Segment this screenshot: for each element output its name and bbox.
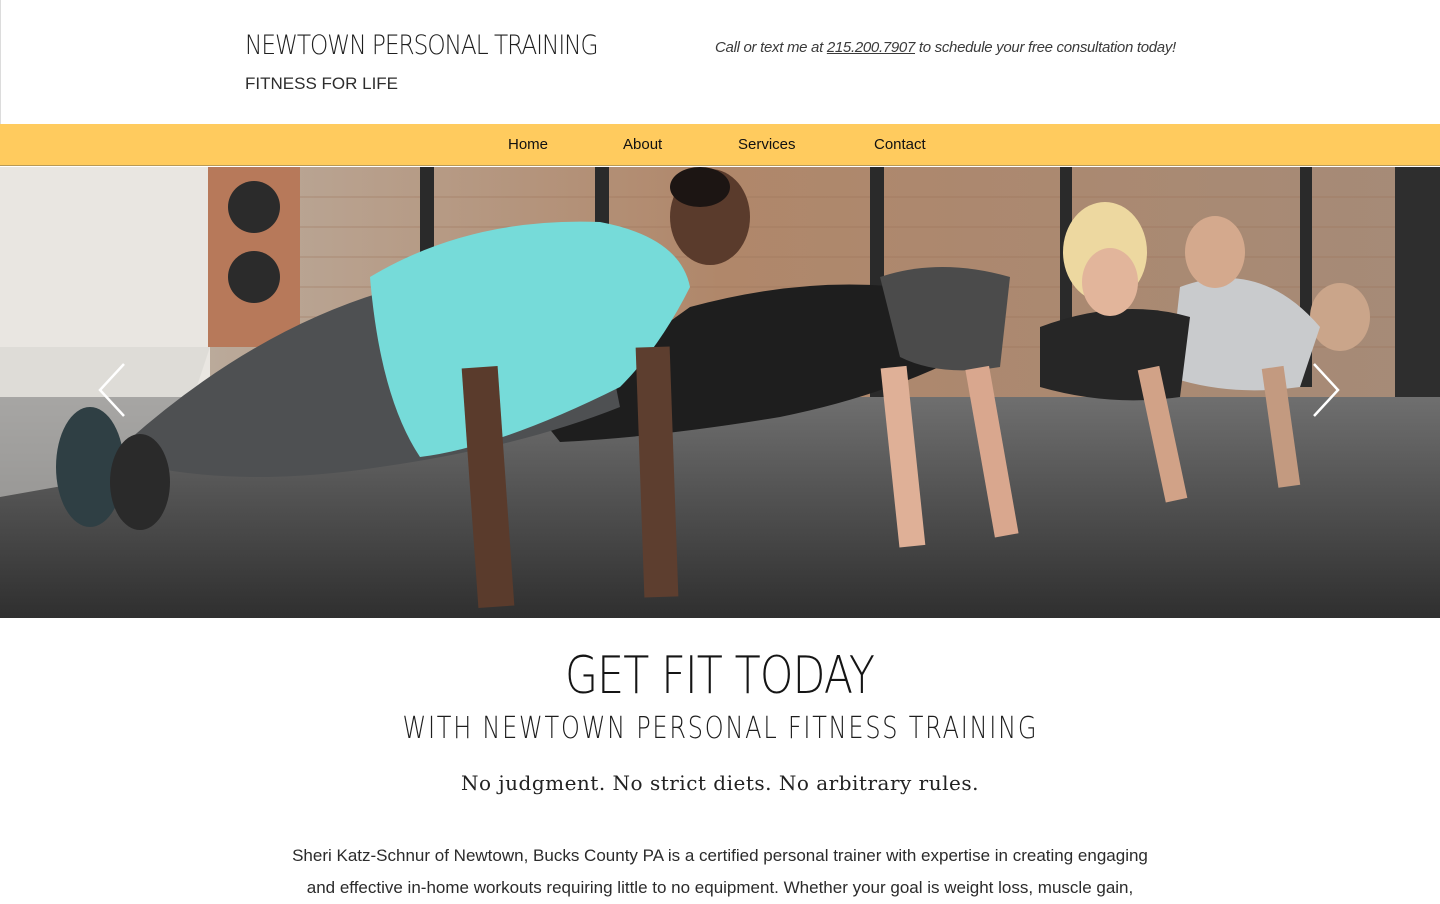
site-header: NEWTOWN PERSONAL TRAINING FITNESS FOR LI… [0,0,1440,124]
nav-item-about[interactable]: About [623,136,662,153]
main-nav: Home About Services Contact [0,124,1440,166]
intro-line-2: and effective in-home workouts requiring… [306,878,1134,897]
intro-line-1: Sheri Katz-Schnur of Newtown, Bucks Coun… [292,846,1148,865]
cta-suffix: to schedule your free consultation today… [915,39,1176,56]
hero-slideshow[interactable] [0,167,1440,618]
main-heading: GET FIT TODAY [0,646,1440,706]
sub-heading-text: WITH NEWTOWN PERSONAL FITNESS TRAINING [402,711,1038,746]
contact-cta: Call or text me at 215.200.7907 to sched… [715,39,1176,56]
phone-link[interactable]: 215.200.7907 [827,39,915,56]
philosophy-tagline: No judgment. No strict diets. No arbitra… [461,771,979,795]
hero-photo [0,167,1440,618]
intro-paragraph: Sheri Katz-Schnur of Newtown, Bucks Coun… [260,840,1180,904]
chevron-right-icon[interactable] [1306,362,1346,418]
nav-item-services[interactable]: Services [738,136,796,153]
cta-prefix: Call or text me at [715,39,827,56]
main-heading-text: GET FIT TODAY [565,646,875,706]
site-tagline: FITNESS FOR LIFE [245,74,399,93]
nav-item-contact[interactable]: Contact [874,136,926,153]
site-title[interactable]: NEWTOWN PERSONAL TRAINING [245,30,598,61]
sub-heading: WITH NEWTOWN PERSONAL FITNESS TRAINING [0,711,1440,746]
nav-item-home[interactable]: Home [508,136,548,153]
chevron-left-icon[interactable] [92,362,132,418]
